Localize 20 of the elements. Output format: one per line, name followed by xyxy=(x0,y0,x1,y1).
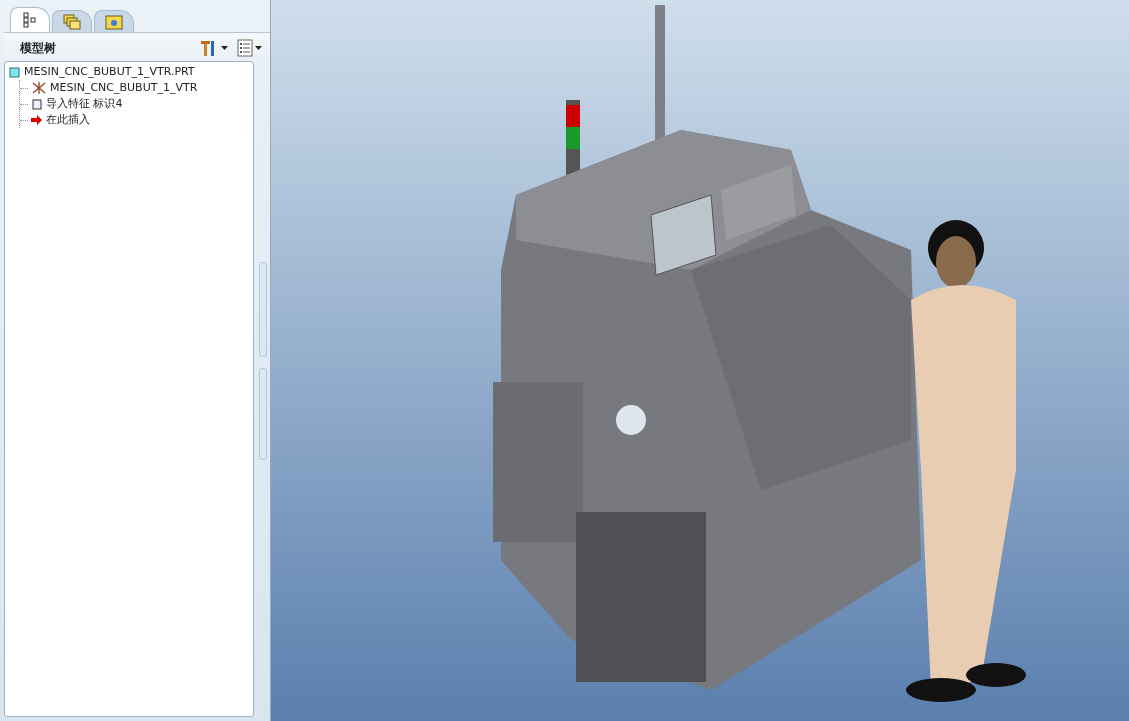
sash-handle[interactable] xyxy=(259,368,267,460)
caret-icon xyxy=(255,46,262,50)
tree-item[interactable]: 导入特征 标识4 xyxy=(46,95,123,113)
tree-structure-icon xyxy=(22,12,38,28)
tree-item[interactable]: 在此插入 xyxy=(46,111,90,129)
tree-tab[interactable] xyxy=(10,7,50,32)
show-menu-button[interactable] xyxy=(235,39,264,57)
folder-icon xyxy=(105,13,123,30)
list-icon xyxy=(237,39,253,57)
part-icon xyxy=(9,66,21,78)
caret-icon xyxy=(220,46,228,50)
folder-tab[interactable] xyxy=(94,10,134,32)
tree-item[interactable]: MESIN_CNC_BUBUT_1_VTR xyxy=(50,79,198,97)
tree-item[interactable]: MESIN_CNC_BUBUT_1_VTR.PRT xyxy=(24,63,195,81)
panel-title: 模型树 xyxy=(20,40,57,57)
3d-viewport[interactable] xyxy=(271,0,1129,721)
stacked-folders-icon xyxy=(63,13,81,30)
layers-tab[interactable] xyxy=(52,10,92,32)
sash-handle[interactable] xyxy=(259,262,267,357)
arrow-icon xyxy=(31,114,43,126)
